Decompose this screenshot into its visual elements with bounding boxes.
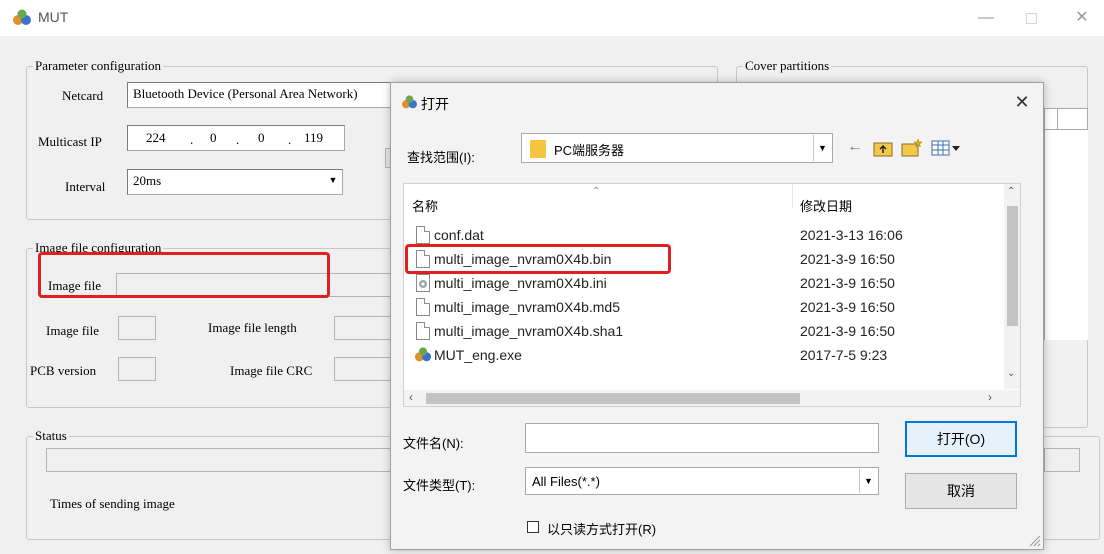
look-in-select[interactable]: PC端服务器 ▼ <box>521 133 833 163</box>
ip-separator: . <box>288 132 292 147</box>
chevron-down-icon[interactable]: ▼ <box>325 171 341 193</box>
horizontal-scrollbar[interactable]: ‹ › <box>404 390 1020 406</box>
file-name: multi_image_nvram0X4b.ini <box>434 275 607 291</box>
partition-table-header <box>1044 108 1088 130</box>
maximize-button[interactable] <box>1018 6 1046 30</box>
file-row[interactable]: multi_image_nvram0X4b.sha1 2021-3-9 16:5… <box>404 320 1004 343</box>
column-header-name[interactable]: 名称 <box>412 196 438 215</box>
scroll-left-icon[interactable]: ‹ <box>409 390 413 404</box>
open-button[interactable]: 打开(O) <box>905 421 1017 457</box>
filename-input[interactable] <box>525 423 879 453</box>
scroll-thumb[interactable] <box>426 393 800 404</box>
dialog-close-button[interactable]: ✕ <box>1007 88 1037 116</box>
minimize-button[interactable]: — <box>972 6 1000 30</box>
scroll-right-icon[interactable]: › <box>988 390 992 404</box>
multicast-ip-input[interactable]: 224 . 0 . 0 . 119 <box>127 125 345 151</box>
pcb-version-label: PCB version <box>30 363 97 378</box>
document-icon <box>416 298 430 316</box>
app-icon <box>414 347 432 362</box>
progress-bar-end <box>1044 448 1080 472</box>
ip-octet-3[interactable]: 0 <box>258 130 265 146</box>
close-button[interactable]: ✕ <box>1068 6 1096 30</box>
times-of-sending-label: Times of sending image <box>50 496 175 511</box>
cancel-button[interactable]: 取消 <box>905 473 1017 509</box>
ip-separator: . <box>236 132 240 147</box>
resize-grip-icon[interactable] <box>1027 533 1041 547</box>
interval-value: 20ms <box>133 173 162 188</box>
title-bar <box>0 0 1104 36</box>
scroll-up-icon[interactable]: ⌃ <box>1007 186 1015 197</box>
file-row[interactable]: multi_image_nvram0X4b.ini 2021-3-9 16:50 <box>404 272 1004 295</box>
file-date: 2021-3-9 16:50 <box>800 299 895 315</box>
ip-octet-2[interactable]: 0 <box>210 130 217 146</box>
readonly-checkbox[interactable] <box>527 521 539 533</box>
filename-label: 文件名(N): <box>403 436 464 451</box>
progress-bar <box>46 448 392 472</box>
ip-octet-1[interactable]: 224 <box>146 130 166 146</box>
window-title: MUT <box>38 9 69 25</box>
highlight-box <box>38 252 330 298</box>
filetype-value: All Files(*.*) <box>532 474 600 489</box>
multicast-ip-label: Multicast IP <box>38 134 102 149</box>
back-icon[interactable]: ← <box>845 137 865 157</box>
new-folder-icon[interactable] <box>901 138 923 157</box>
look-in-label: 查找范围(I): <box>407 150 475 165</box>
file-list[interactable]: 名称 ⌃ 修改日期 conf.dat 2021-3-13 16:06 multi… <box>403 183 1021 407</box>
file-date: 2021-3-9 16:50 <box>800 251 895 267</box>
file-date: 2021-3-9 16:50 <box>800 275 895 291</box>
file-date: 2017-7-5 9:23 <box>800 347 888 363</box>
maximize-icon <box>1026 13 1037 24</box>
ip-octet-4[interactable]: 119 <box>304 130 323 146</box>
document-icon <box>416 322 430 340</box>
interval-select[interactable]: 20ms ▼ <box>127 169 343 195</box>
app-icon <box>402 95 417 109</box>
settings-file-icon <box>416 274 430 292</box>
netcard-value: Bluetooth Device (Personal Area Network) <box>133 86 358 101</box>
image-file-secondary-field <box>118 316 156 340</box>
view-menu-icon[interactable] <box>931 139 961 157</box>
netcard-select[interactable]: Bluetooth Device (Personal Area Network) <box>127 82 427 108</box>
column-divider <box>1057 109 1058 129</box>
group-legend: Cover partitions <box>745 58 830 73</box>
column-divider <box>792 184 793 208</box>
ip-separator: . <box>190 132 194 147</box>
group-legend: Status <box>35 428 67 443</box>
chevron-down-icon[interactable]: ▼ <box>859 469 877 493</box>
open-file-dialog: 打开 ✕ 查找范围(I): PC端服务器 ▼ ← 名称 ⌃ 修改日期 conf.… <box>390 82 1044 550</box>
file-row[interactable]: multi_image_nvram0X4b.md5 2021-3-9 16:50 <box>404 296 1004 319</box>
file-name: multi_image_nvram0X4b.md5 <box>434 299 620 315</box>
file-row[interactable]: MUT_eng.exe 2017-7-5 9:23 <box>404 344 1004 367</box>
filetype-select[interactable]: All Files(*.*) ▼ <box>525 467 879 495</box>
image-file-label-secondary: Image file <box>46 323 100 338</box>
filetype-label: 文件类型(T): <box>403 478 476 493</box>
folder-icon <box>530 140 546 158</box>
file-name: MUT_eng.exe <box>434 347 522 363</box>
file-name: multi_image_nvram0X4b.sha1 <box>434 323 624 339</box>
column-header-date[interactable]: 修改日期 <box>800 196 852 215</box>
file-name: conf.dat <box>434 227 484 243</box>
sort-up-icon: ⌃ <box>592 186 601 197</box>
dialog-title: 打开 <box>421 96 449 112</box>
scroll-down-icon[interactable]: ⌄ <box>1007 368 1015 379</box>
chevron-down-icon[interactable]: ▼ <box>813 135 831 161</box>
pcb-version-field <box>118 357 156 381</box>
partition-table[interactable] <box>1044 130 1088 340</box>
netcard-label: Netcard <box>62 88 104 103</box>
image-file-length-field <box>334 316 392 340</box>
app-icon <box>13 9 31 25</box>
up-folder-icon[interactable] <box>873 139 893 157</box>
readonly-label[interactable]: 以只读方式打开(R) <box>547 519 656 538</box>
group-legend: Parameter configuration <box>35 58 161 73</box>
file-date: 2021-3-9 16:50 <box>800 323 895 339</box>
highlight-box <box>405 244 671 274</box>
image-file-crc-label: Image file CRC <box>230 363 313 378</box>
interval-label: Interval <box>65 179 106 194</box>
image-file-crc-field <box>334 357 392 381</box>
file-date: 2021-3-13 16:06 <box>800 227 903 243</box>
scroll-thumb[interactable] <box>1007 206 1018 326</box>
image-file-length-label: Image file length <box>208 320 297 335</box>
document-icon <box>416 226 430 244</box>
vertical-scrollbar[interactable]: ⌃ ⌄ <box>1004 184 1020 389</box>
look-in-value: PC端服务器 <box>554 143 625 158</box>
